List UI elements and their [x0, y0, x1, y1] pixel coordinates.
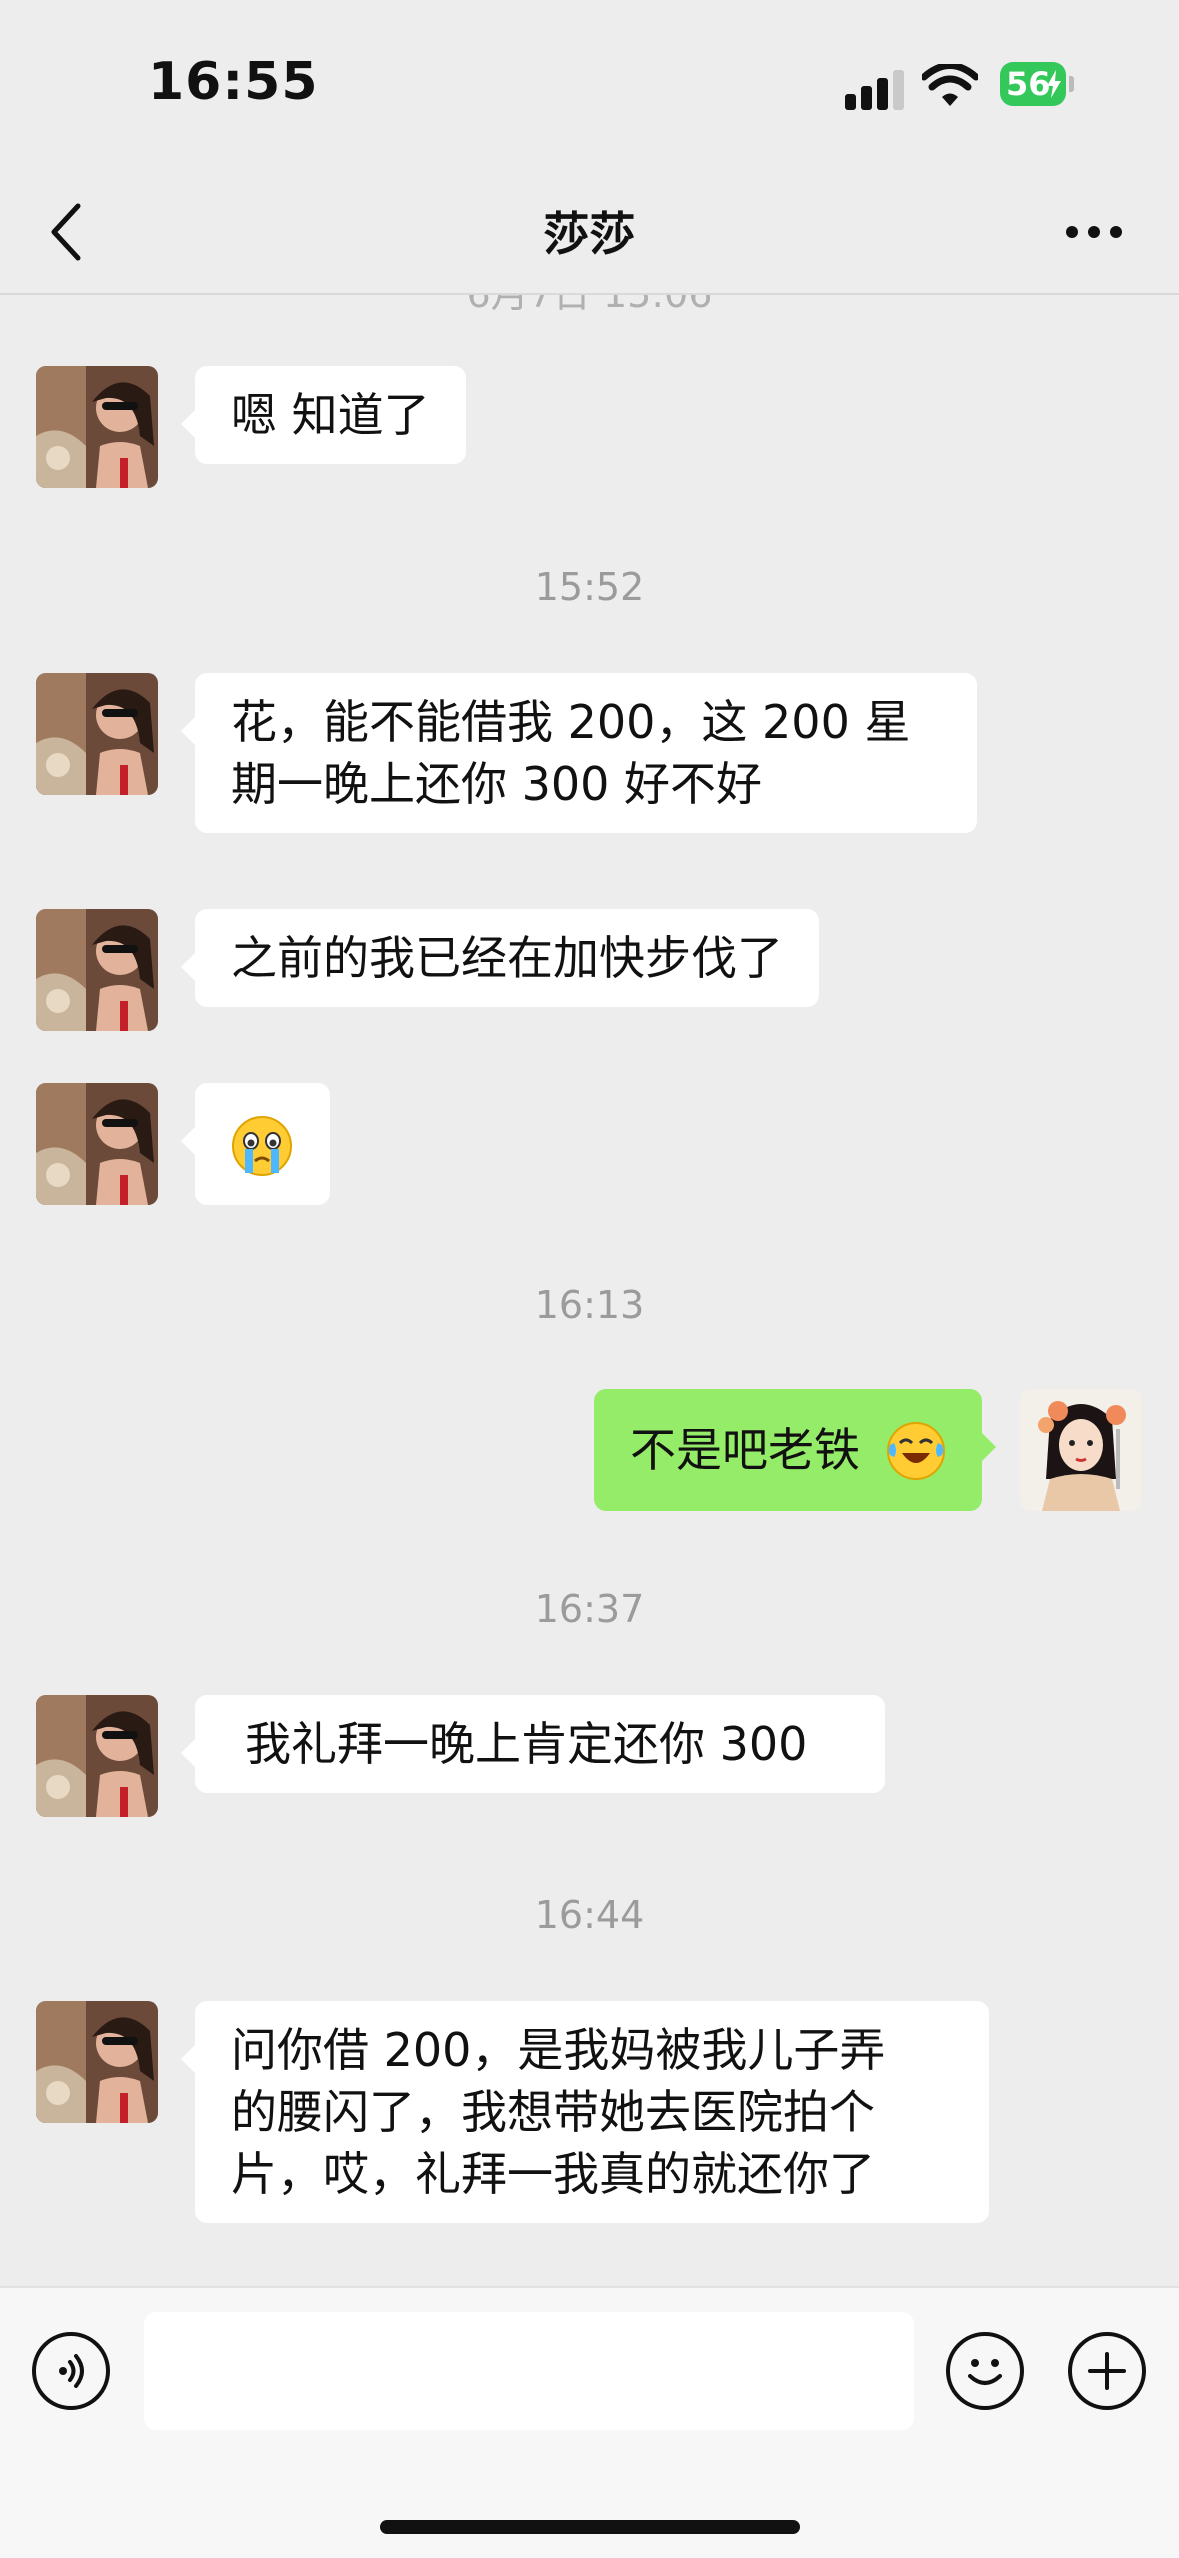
- contact-avatar[interactable]: [36, 673, 158, 795]
- input-bar: [0, 2286, 1179, 2558]
- chat-header: 莎莎: [0, 170, 1179, 295]
- more-dots-icon[interactable]: [1062, 220, 1126, 244]
- message-bubble-incoming[interactable]: 之前的我已经在加快步伐了: [181, 909, 819, 1007]
- contact-avatar[interactable]: [36, 1083, 158, 1205]
- contact-avatar[interactable]: [36, 909, 158, 1031]
- message-bubble-incoming[interactable]: 花，能不能借我 200，这 200 星 期一晚上还你 300 好不好: [181, 673, 977, 833]
- message-line: 期一晚上还你 300 好不好: [231, 757, 763, 811]
- chat-title: 莎莎: [543, 207, 636, 261]
- contact-avatar[interactable]: [36, 1695, 158, 1817]
- message-list[interactable]: 6月7日 15:06 嗯 知道了 15:52: [0, 295, 1179, 2285]
- laughing-crying-face-icon: [887, 1422, 945, 1480]
- timestamp-partial: 6月7日 15:06: [0, 295, 1179, 318]
- message-line: 花，能不能借我 200，这 200 星: [231, 695, 911, 749]
- wifi-icon: [922, 64, 978, 106]
- contact-avatar[interactable]: [36, 2001, 158, 2123]
- timestamp: 16:37: [534, 1587, 645, 1631]
- message-bubble-incoming[interactable]: [181, 1083, 330, 1205]
- message-bubble-outgoing[interactable]: 不是吧老铁: [594, 1389, 996, 1511]
- battery-percent: 56: [1006, 65, 1051, 103]
- message-line: 的腰闪了，我想带她去医院拍个: [231, 2085, 875, 2139]
- message-bubble-incoming[interactable]: 我礼拜一晚上肯定还你 300: [181, 1695, 885, 1793]
- message-bubble-incoming[interactable]: 问你借 200，是我妈被我儿子弄 的腰闪了，我想带她去医院拍个 片，哎，礼拜一我…: [181, 2001, 989, 2223]
- status-time: 16:55: [148, 52, 319, 112]
- message-line: 片，哎，礼拜一我真的就还你了: [231, 2147, 875, 2201]
- contact-avatar[interactable]: [36, 366, 158, 488]
- timestamp: 15:52: [534, 565, 645, 609]
- crying-face-icon: [232, 1116, 292, 1176]
- message-bubble-incoming[interactable]: 嗯 知道了: [181, 366, 466, 464]
- cellular-signal-icon: [845, 68, 905, 110]
- voice-icon[interactable]: [32, 2332, 110, 2410]
- message-input[interactable]: [144, 2312, 914, 2430]
- home-indicator: [380, 2520, 800, 2534]
- battery-icon: 56: [1000, 62, 1074, 106]
- message-line: 问你借 200，是我妈被我儿子弄: [231, 2023, 886, 2077]
- timestamp: 16:13: [534, 1283, 645, 1327]
- plus-icon[interactable]: [1068, 2332, 1146, 2410]
- status-bar: 16:55 56: [0, 0, 1179, 170]
- emoji-icon[interactable]: [946, 2332, 1024, 2410]
- user-avatar[interactable]: [1020, 1389, 1142, 1511]
- timestamp: 16:44: [534, 1893, 645, 1937]
- message-text: 不是吧老铁: [630, 1423, 860, 1477]
